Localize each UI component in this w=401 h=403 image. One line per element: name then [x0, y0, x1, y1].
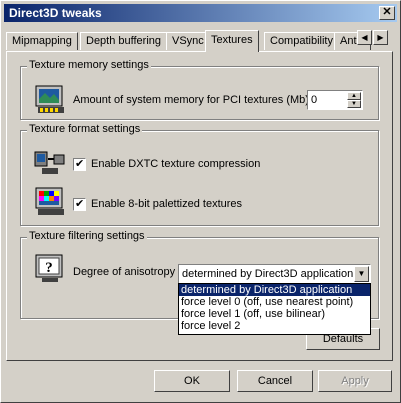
question-monitor-icon: ?: [35, 254, 63, 282]
anisotropy-options-list[interactable]: determined by Direct3D application force…: [178, 283, 371, 335]
tab-vsync[interactable]: VSync: [166, 32, 210, 50]
tab-depth-buffering[interactable]: Depth buffering: [80, 32, 168, 50]
palette-icon: [35, 187, 64, 215]
texture-memory-title: Texture memory settings: [27, 59, 151, 71]
dxtc-checkbox[interactable]: [73, 157, 86, 171]
pci-memory-value[interactable]: 0: [311, 94, 317, 106]
palettized-label[interactable]: Enable 8-bit palettized textures: [91, 198, 242, 210]
texture-filtering-title: Texture filtering settings: [27, 230, 147, 242]
chevron-down-icon[interactable]: ▼: [354, 266, 369, 282]
dxtc-label[interactable]: Enable DXTC texture compression: [91, 158, 260, 170]
apply-button[interactable]: Apply: [318, 370, 392, 392]
tab-mipmapping[interactable]: Mipmapping: [6, 32, 78, 50]
svg-text:?: ?: [45, 260, 53, 276]
anisotropy-option[interactable]: force level 2: [179, 320, 370, 332]
anisotropy-option[interactable]: determined by Direct3D application: [179, 284, 370, 296]
pci-memory-spinner[interactable]: 0 ▲ ▼: [307, 90, 363, 110]
texture-format-title: Texture format settings: [27, 123, 143, 135]
palettized-checkbox[interactable]: [73, 197, 86, 211]
spinner-down-button[interactable]: ▼: [347, 100, 361, 108]
tab-scroll-right-button[interactable]: ▶: [373, 30, 388, 45]
texture-format-group: Texture format settings: [20, 123, 379, 226]
spinner-up-button[interactable]: ▲: [347, 92, 361, 100]
anisotropy-dropdown[interactable]: determined by Direct3D application ▼: [178, 264, 371, 284]
cancel-button[interactable]: Cancel: [237, 370, 313, 392]
anisotropy-option[interactable]: force level 0 (off, use nearest point): [179, 296, 370, 308]
pci-memory-label: Amount of system memory for PCI textures…: [73, 94, 309, 106]
anisotropy-option[interactable]: force level 1 (off, use bilinear): [179, 308, 370, 320]
tab-compatibility[interactable]: Compatibility: [264, 32, 339, 50]
close-button[interactable]: ✕: [379, 6, 395, 20]
tab-textures[interactable]: Textures: [205, 30, 259, 52]
title-bar[interactable]: Direct3D tweaks ✕: [4, 4, 397, 22]
anisotropy-selected-value[interactable]: determined by Direct3D application: [182, 268, 353, 280]
window-title: Direct3D tweaks: [9, 6, 102, 20]
tab-strip: Mipmapping Depth buffering VSync Texture…: [6, 30, 392, 52]
ok-button[interactable]: OK: [154, 370, 230, 392]
anisotropy-label: Degree of anisotropy: [73, 266, 176, 278]
monitor-memory-icon: [35, 85, 64, 113]
compression-icon: [34, 151, 65, 174]
tab-scroll-left-button[interactable]: ◀: [357, 30, 372, 45]
